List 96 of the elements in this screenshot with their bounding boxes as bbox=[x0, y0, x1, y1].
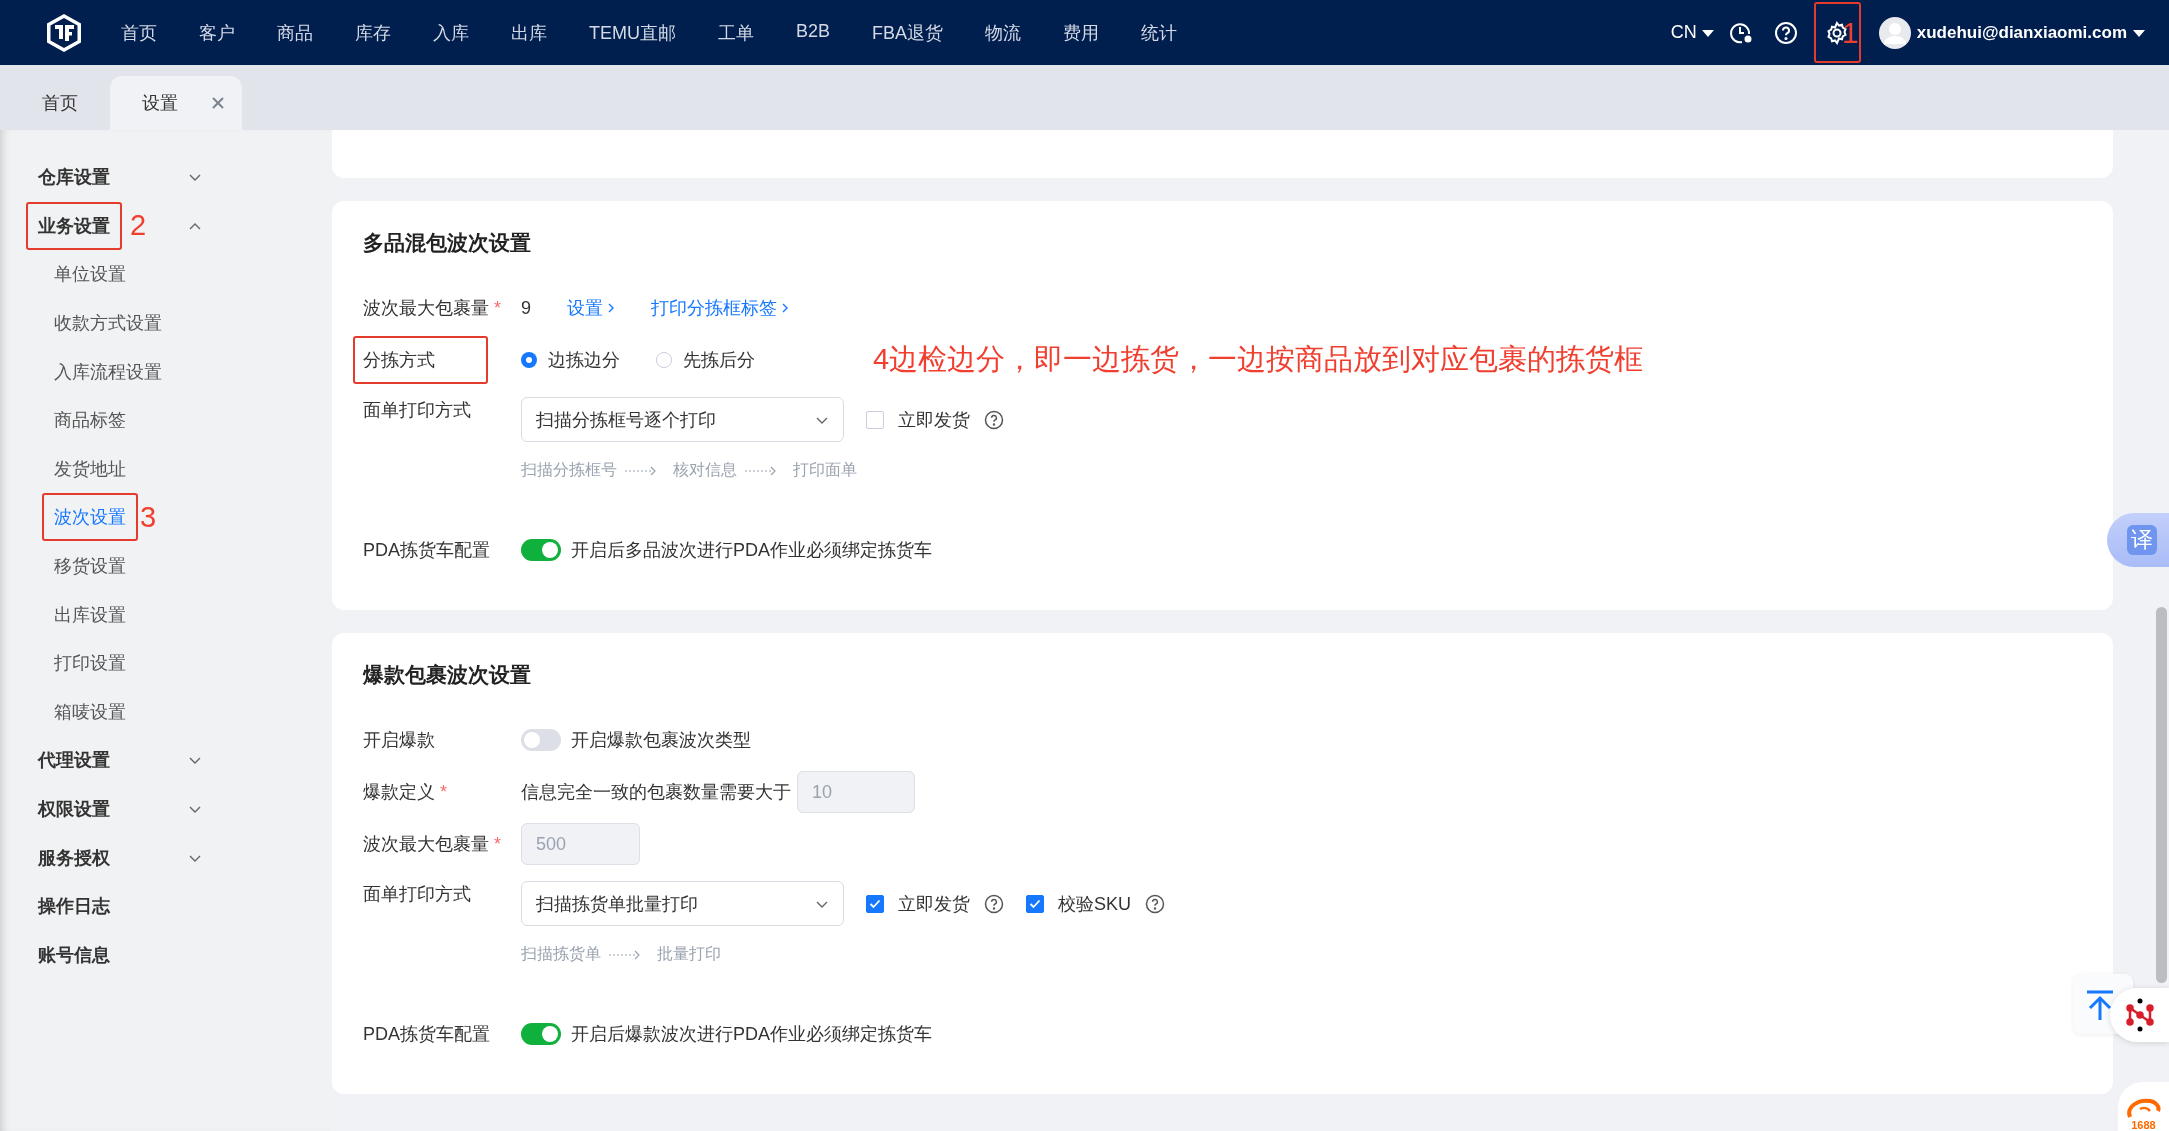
caret-icon[interactable] bbox=[1700, 27, 1715, 38]
field-label: 爆款定义 bbox=[363, 781, 435, 804]
toggle-description: 开启爆款包裹波次类型 bbox=[571, 729, 751, 752]
nav-item[interactable]: 出库 bbox=[511, 20, 547, 45]
nav-item[interactable]: 物流 bbox=[985, 20, 1022, 45]
chevron-right-icon[interactable] bbox=[781, 302, 789, 314]
caret-icon[interactable] bbox=[2133, 28, 2145, 37]
help-icon[interactable] bbox=[984, 409, 1004, 430]
step-text: 打印面单 bbox=[793, 460, 857, 480]
nav-item[interactable]: 入库 bbox=[433, 20, 469, 45]
avatar-icon[interactable] bbox=[1878, 16, 1911, 49]
menu-group[interactable]: 仓库设置 bbox=[38, 167, 110, 188]
user-menu[interactable]: xudehui@dianxiaomi.com bbox=[1878, 16, 2145, 49]
submenu-item[interactable]: 收款方式设置 bbox=[54, 313, 162, 334]
submenu-item[interactable]: 波次设置 bbox=[54, 507, 126, 528]
nav-item[interactable]: 商品 bbox=[277, 20, 313, 45]
check-icon[interactable] bbox=[1029, 898, 1041, 909]
submenu-item[interactable]: 商品标签 bbox=[54, 410, 126, 431]
nav-item[interactable]: 费用 bbox=[1063, 20, 1100, 45]
chevron-right-icon[interactable] bbox=[607, 302, 615, 314]
submenu-item[interactable]: 移货设置 bbox=[54, 556, 126, 577]
radio-option[interactable]: 先拣后分 bbox=[656, 348, 755, 372]
section-title: 多品混包波次设置 bbox=[363, 230, 532, 256]
toggle-switch[interactable] bbox=[521, 1023, 561, 1045]
field-label: PDA拣货车配置 bbox=[363, 1023, 490, 1046]
toggle-description: 开启后爆款波次进行PDA作业必须绑定拣货车 bbox=[571, 1023, 932, 1046]
tab[interactable]: 设置 bbox=[110, 76, 242, 130]
submenu-item[interactable]: 箱唛设置 bbox=[54, 701, 126, 722]
field-label: 波次最大包裹量 bbox=[363, 833, 489, 856]
annotation-number: 3 bbox=[140, 500, 157, 534]
step-text: 批量打印 bbox=[657, 944, 721, 964]
plugin-button[interactable] bbox=[2110, 988, 2169, 1042]
field-label: 面单打印方式 bbox=[363, 399, 471, 422]
menu-group[interactable]: 代理设置 bbox=[38, 750, 110, 771]
menu-group[interactable]: 权限设置 bbox=[38, 799, 110, 819]
required-mark: * bbox=[440, 781, 447, 803]
scrollbar[interactable] bbox=[2156, 607, 2167, 983]
print-mode-select[interactable]: 扫描拣货单批量打印 bbox=[521, 881, 844, 926]
dotted-arrow-icon bbox=[745, 464, 777, 477]
dotted-arrow-icon bbox=[609, 948, 641, 961]
link[interactable]: 打印分拣框标签 bbox=[651, 296, 789, 320]
menu-group[interactable]: 服务授权 bbox=[38, 847, 110, 868]
toggle-description: 开启后多品波次进行PDA作业必须绑定拣货车 bbox=[571, 539, 932, 562]
field-label: 开启爆款 bbox=[363, 729, 435, 752]
step-text: 核对信息 bbox=[673, 460, 737, 480]
checkbox-label[interactable]: 立即发货 bbox=[898, 891, 970, 916]
toggle-switch[interactable] bbox=[521, 729, 561, 751]
annotation-number: 2 bbox=[130, 209, 147, 243]
section-title: 爆款包裹波次设置 bbox=[363, 662, 532, 688]
nav-item[interactable]: 客户 bbox=[199, 20, 235, 45]
history-icon[interactable] bbox=[1728, 20, 1753, 45]
dotted-arrow-icon bbox=[625, 464, 657, 477]
nav-item[interactable]: 工单 bbox=[718, 20, 754, 45]
submenu-item[interactable]: 单位设置 bbox=[54, 264, 126, 285]
link[interactable]: 设置 bbox=[567, 296, 615, 320]
help-icon[interactable] bbox=[984, 893, 1004, 914]
submenu-item[interactable]: 入库流程设置 bbox=[54, 361, 162, 382]
required-mark: * bbox=[494, 833, 501, 855]
help-icon[interactable] bbox=[1145, 893, 1165, 914]
tab[interactable]: 首页 bbox=[10, 76, 96, 130]
menu-item[interactable]: 操作日志 bbox=[38, 896, 110, 917]
nav-item[interactable]: 库存 bbox=[355, 20, 391, 45]
field-value: 9 bbox=[521, 297, 531, 319]
language-selector[interactable]: CN bbox=[1670, 22, 1715, 43]
annotation-number: 1 bbox=[1842, 18, 1859, 48]
radio-option[interactable]: 边拣边分 bbox=[521, 348, 620, 372]
step-text: 扫描拣货单 bbox=[521, 944, 601, 964]
checkbox[interactable] bbox=[866, 894, 884, 913]
nav-item[interactable]: B2B bbox=[796, 20, 831, 45]
nav-item[interactable]: TEMU直邮 bbox=[589, 20, 676, 45]
field-label: PDA拣货车配置 bbox=[363, 539, 490, 562]
menu-group[interactable]: 业务设置 bbox=[38, 215, 110, 236]
checkbox-label[interactable]: 立即发货 bbox=[898, 407, 970, 432]
annotation-note: 4边检边分，即一边拣货，一边按商品放到对应包裹的拣货框 bbox=[873, 342, 1644, 377]
nav-item[interactable]: 首页 bbox=[121, 20, 157, 45]
print-mode-select[interactable]: 扫描分拣框号逐个打印 bbox=[521, 397, 844, 442]
submenu-item[interactable]: 打印设置 bbox=[54, 653, 126, 674]
close-icon[interactable] bbox=[212, 97, 224, 109]
check-icon[interactable] bbox=[869, 898, 881, 909]
field-description: 信息完全一致的包裹数量需要大于 bbox=[521, 781, 791, 804]
field-label: 波次最大包裹量 bbox=[363, 297, 489, 320]
menu-item[interactable]: 账号信息 bbox=[38, 944, 110, 965]
checkbox[interactable] bbox=[1026, 894, 1044, 913]
step-text: 扫描分拣框号 bbox=[521, 460, 617, 480]
submenu-item[interactable]: 出库设置 bbox=[54, 604, 126, 625]
checkbox-label[interactable]: 校验SKU bbox=[1058, 891, 1131, 916]
required-mark: * bbox=[494, 297, 501, 319]
nav-item[interactable]: FBA退货 bbox=[872, 20, 944, 45]
checkbox[interactable] bbox=[866, 410, 884, 429]
nav-item[interactable]: 统计 bbox=[1141, 20, 1178, 45]
field-label: 分拣方式 bbox=[363, 349, 435, 372]
submenu-item[interactable]: 发货地址 bbox=[54, 458, 126, 479]
network-icon[interactable] bbox=[2125, 998, 2154, 1032]
logo-icon[interactable] bbox=[45, 12, 83, 53]
field-label: 面单打印方式 bbox=[363, 883, 471, 906]
toggle-switch[interactable] bbox=[521, 539, 561, 561]
